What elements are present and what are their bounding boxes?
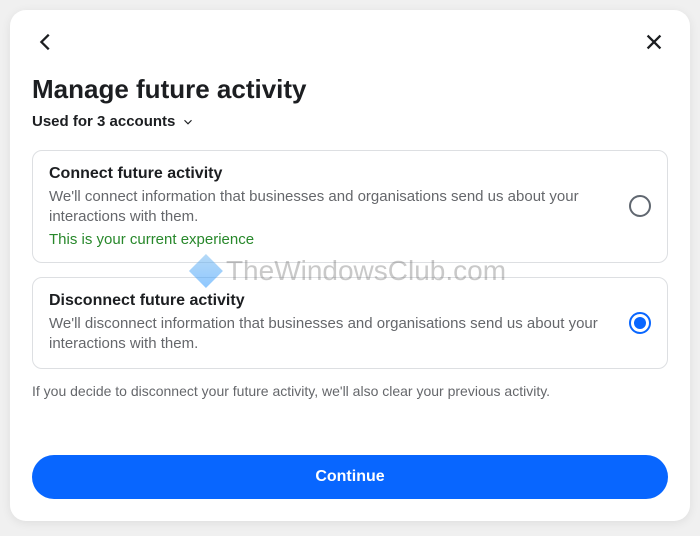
continue-button[interactable]: Continue	[32, 455, 668, 499]
accounts-selector[interactable]: Used for 3 accounts	[32, 113, 668, 130]
option-connect[interactable]: Connect future activity We'll connect in…	[32, 150, 668, 263]
option-connect-desc: We'll connect information that businesse…	[49, 187, 613, 228]
close-icon	[643, 31, 665, 53]
accounts-label: Used for 3 accounts	[32, 113, 175, 130]
option-disconnect-title: Disconnect future activity	[49, 292, 613, 310]
radio-connect[interactable]	[629, 195, 651, 217]
header-row	[32, 28, 668, 56]
back-arrow-icon	[35, 31, 57, 53]
radio-disconnect[interactable]	[629, 312, 651, 334]
option-connect-note: This is your current experience	[49, 231, 613, 248]
back-button[interactable]	[32, 28, 60, 56]
page-title: Manage future activity	[32, 74, 668, 105]
option-disconnect-desc: We'll disconnect information that busine…	[49, 314, 613, 355]
option-disconnect[interactable]: Disconnect future activity We'll disconn…	[32, 277, 668, 370]
chevron-down-icon	[181, 115, 195, 129]
option-connect-text: Connect future activity We'll connect in…	[49, 165, 613, 248]
disclaimer-text: If you decide to disconnect your future …	[32, 383, 668, 399]
option-disconnect-text: Disconnect future activity We'll disconn…	[49, 292, 613, 355]
option-connect-title: Connect future activity	[49, 165, 613, 183]
manage-future-activity-dialog: Manage future activity Used for 3 accoun…	[10, 10, 690, 521]
close-button[interactable]	[640, 28, 668, 56]
